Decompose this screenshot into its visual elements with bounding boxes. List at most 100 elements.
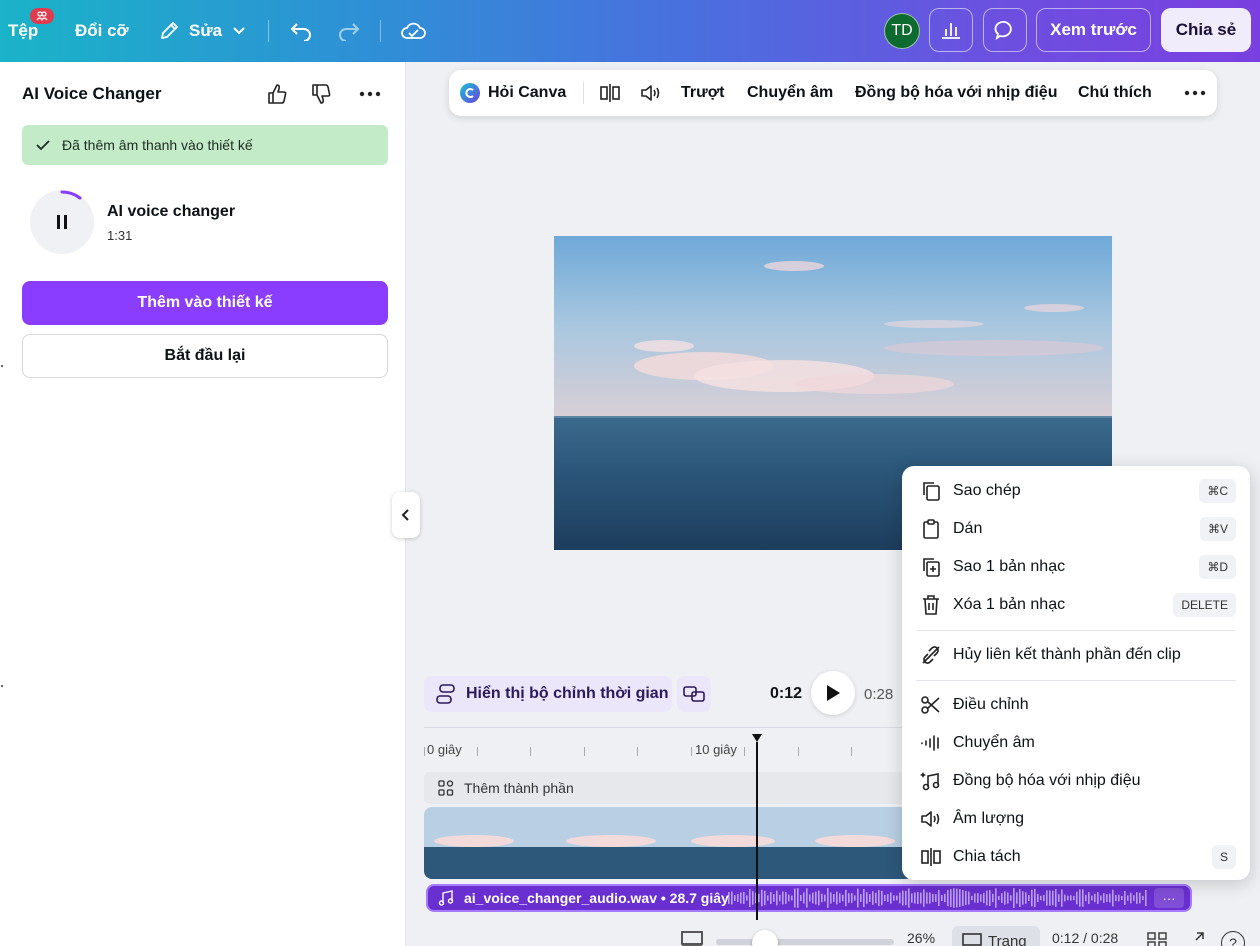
ruler-tick [530, 747, 531, 756]
waveform-bar [833, 894, 835, 902]
show-timing-button[interactable]: Hiển thị bộ chỉnh thời gian [424, 676, 672, 712]
redo-button[interactable] [332, 14, 366, 48]
share-button[interactable]: Chia sẻ [1161, 8, 1251, 52]
thumbs-down-button[interactable] [307, 80, 335, 108]
waveform-bar [1043, 894, 1045, 902]
waveform-bar [740, 892, 742, 904]
waveform-bar [818, 890, 820, 906]
waveform-bar [788, 894, 790, 902]
pause-button[interactable] [30, 190, 94, 254]
volume-button[interactable] [639, 70, 663, 116]
thumbs-down-icon [312, 84, 331, 104]
swap-button[interactable] [677, 676, 711, 712]
chevron-down-icon [233, 27, 245, 35]
context-menu: Sao chép ⌘C Dán ⌘V Sao 1 bản nhạc ⌘D Xóa… [902, 466, 1250, 880]
menu-item-duplicate[interactable]: Sao 1 bản nhạc ⌘D [902, 548, 1250, 586]
user-avatar[interactable]: TD [884, 13, 920, 49]
help-button[interactable]: ? [1221, 931, 1245, 946]
notes-button[interactable] [681, 931, 703, 946]
menu-item-split[interactable]: Chia tách S [902, 838, 1250, 876]
ask-canva-button[interactable]: Hỏi Canva [459, 70, 566, 116]
edit-menu[interactable]: Sửa [158, 0, 246, 62]
waveform-bar [998, 895, 1000, 901]
edit-label: Sửa [189, 21, 223, 40]
comments-button[interactable] [983, 8, 1027, 52]
menu-item-paste[interactable]: Dán ⌘V [902, 510, 1250, 548]
waveform-bar [1064, 894, 1066, 902]
waveform-bar [1016, 892, 1018, 904]
fullscreen-button[interactable] [1188, 932, 1204, 946]
redo-icon [339, 23, 360, 41]
bar-chart-icon [942, 23, 960, 39]
waveform-bar [1007, 892, 1009, 904]
menu-item-unlink[interactable]: Hủy liên kết thành phần đến clip [902, 636, 1250, 674]
toolbar-more-button[interactable] [1184, 70, 1206, 116]
beat-sync-button[interactable]: Đồng bộ hóa với nhịp điệu [855, 70, 1057, 116]
menu-item-label: Chia tách [953, 848, 1021, 865]
menu-item-label: Xóa 1 bản nhạc [953, 596, 1066, 613]
ruler-tick [798, 747, 799, 756]
menu-item-volume[interactable]: Âm lượng [902, 800, 1250, 838]
preview-button[interactable]: Xem trước [1036, 8, 1151, 52]
thumbs-up-button[interactable] [263, 80, 291, 108]
menu-item-adjust[interactable]: Điều chỉnh [902, 686, 1250, 724]
resize-button[interactable]: Đổi cỡ [75, 0, 129, 62]
menu-item-delete[interactable]: Xóa 1 bản nhạc DELETE [902, 586, 1250, 624]
ruler-tick [477, 747, 478, 756]
playhead-handle-icon[interactable] [751, 733, 763, 743]
waveform-bar [1082, 889, 1084, 907]
more-icon [359, 91, 381, 97]
cloud-save-button[interactable] [396, 14, 430, 48]
beat-sync-label: Đồng bộ hóa với nhịp điệu [855, 84, 1058, 101]
add-element-track[interactable]: Thêm thành phần [424, 772, 914, 804]
start-over-button[interactable]: Bắt đầu lại [22, 334, 388, 378]
swap-icon [683, 686, 705, 702]
thumbs-up-icon [268, 84, 287, 104]
waveform-bar [920, 892, 922, 904]
waveform-bar [878, 889, 880, 907]
waveform-bar [1019, 889, 1021, 907]
insights-button[interactable] [929, 8, 973, 52]
waveform-bar [905, 890, 907, 906]
menu-item-label: Đồng bộ hóa với nhịp điệu [953, 772, 1141, 789]
waveform-bar [989, 890, 991, 906]
menu-item-voice-change[interactable]: Chuyển âm [902, 724, 1250, 762]
slide-button[interactable]: Trượt [681, 70, 724, 116]
slide-label: Trượt [681, 84, 725, 101]
waveform-bar [794, 888, 796, 908]
waveform-bar [869, 894, 871, 902]
waveform-bar [734, 895, 736, 901]
split-button[interactable] [599, 70, 621, 116]
waveform-bar [917, 892, 919, 904]
waveform-bar [1085, 894, 1087, 902]
add-to-design-button[interactable]: Thêm vào thiết kế [22, 281, 388, 325]
waveform-bar [782, 891, 784, 905]
zoom-slider[interactable] [716, 939, 894, 945]
play-button[interactable] [811, 671, 855, 715]
copy-icon [919, 479, 943, 503]
voice-change-button[interactable]: Chuyển âm [747, 70, 833, 116]
waveform-bar [1136, 892, 1138, 904]
menu-item-beat-sync[interactable]: Đồng bộ hóa với nhịp điệu [902, 762, 1250, 800]
grid-view-button[interactable] [1147, 932, 1167, 946]
waveform-bar [992, 893, 994, 903]
video-clip-track[interactable] [424, 807, 914, 879]
waveform-bar [854, 895, 856, 901]
track-title: AI voice changer [107, 203, 236, 220]
undo-button[interactable] [284, 14, 318, 48]
avatar-initials: TD [891, 22, 913, 39]
zoom-slider-thumb[interactable] [752, 930, 778, 946]
waveform-bar [1139, 892, 1141, 904]
pages-button[interactable]: Trang [952, 926, 1040, 946]
audio-more-label: ··· [1162, 890, 1176, 906]
audio-track[interactable]: ai_voice_changer_audio.wav • 28.7 giây ·… [426, 884, 1192, 912]
ruler-tick [584, 747, 585, 756]
collapse-panel-button[interactable] [392, 492, 420, 538]
audio-more-button[interactable]: ··· [1154, 888, 1184, 908]
waveform-bar [995, 888, 997, 908]
caption-button[interactable]: Chú thích [1078, 70, 1152, 116]
more-options-button[interactable] [356, 80, 384, 108]
playhead[interactable] [756, 742, 758, 920]
waveform-bar [971, 895, 973, 901]
menu-item-copy[interactable]: Sao chép ⌘C [902, 472, 1250, 510]
